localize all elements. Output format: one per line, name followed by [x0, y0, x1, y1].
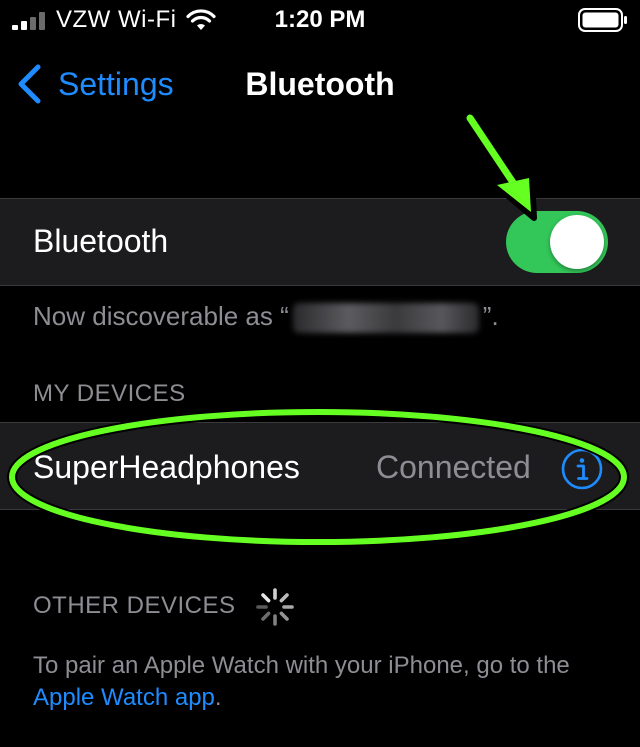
toggle-knob — [550, 215, 604, 269]
other-devices-header: OTHER DEVICES — [33, 592, 236, 619]
bluetooth-label: Bluetooth — [33, 223, 169, 259]
annotation-ellipse — [7, 407, 629, 547]
pairing-footer-text: To pair an Apple Watch with your iPhone,… — [33, 650, 623, 714]
battery-icon — [578, 8, 627, 32]
discoverable-suffix: ”. — [482, 301, 499, 331]
apple-watch-app-link[interactable]: Apple Watch app — [33, 684, 215, 711]
discoverable-prefix: Now discoverable as “ — [33, 301, 289, 331]
annotation-arrow-icon — [464, 112, 537, 221]
my-devices-header: MY DEVICES — [33, 380, 186, 407]
loading-spinner-icon — [256, 588, 294, 626]
navigation-bar: Settings Bluetooth — [0, 52, 640, 116]
redacted-device-name — [292, 303, 479, 334]
footer-text: To pair an Apple Watch with your iPhone,… — [33, 652, 570, 679]
status-bar: VZW Wi-Fi 1:20 PM — [0, 0, 640, 42]
clock: 1:20 PM — [274, 6, 366, 33]
footer-end: . — [214, 684, 222, 711]
discoverable-text: Now discoverable as “ ”. — [33, 301, 499, 334]
page-title: Bluetooth — [245, 66, 395, 102]
